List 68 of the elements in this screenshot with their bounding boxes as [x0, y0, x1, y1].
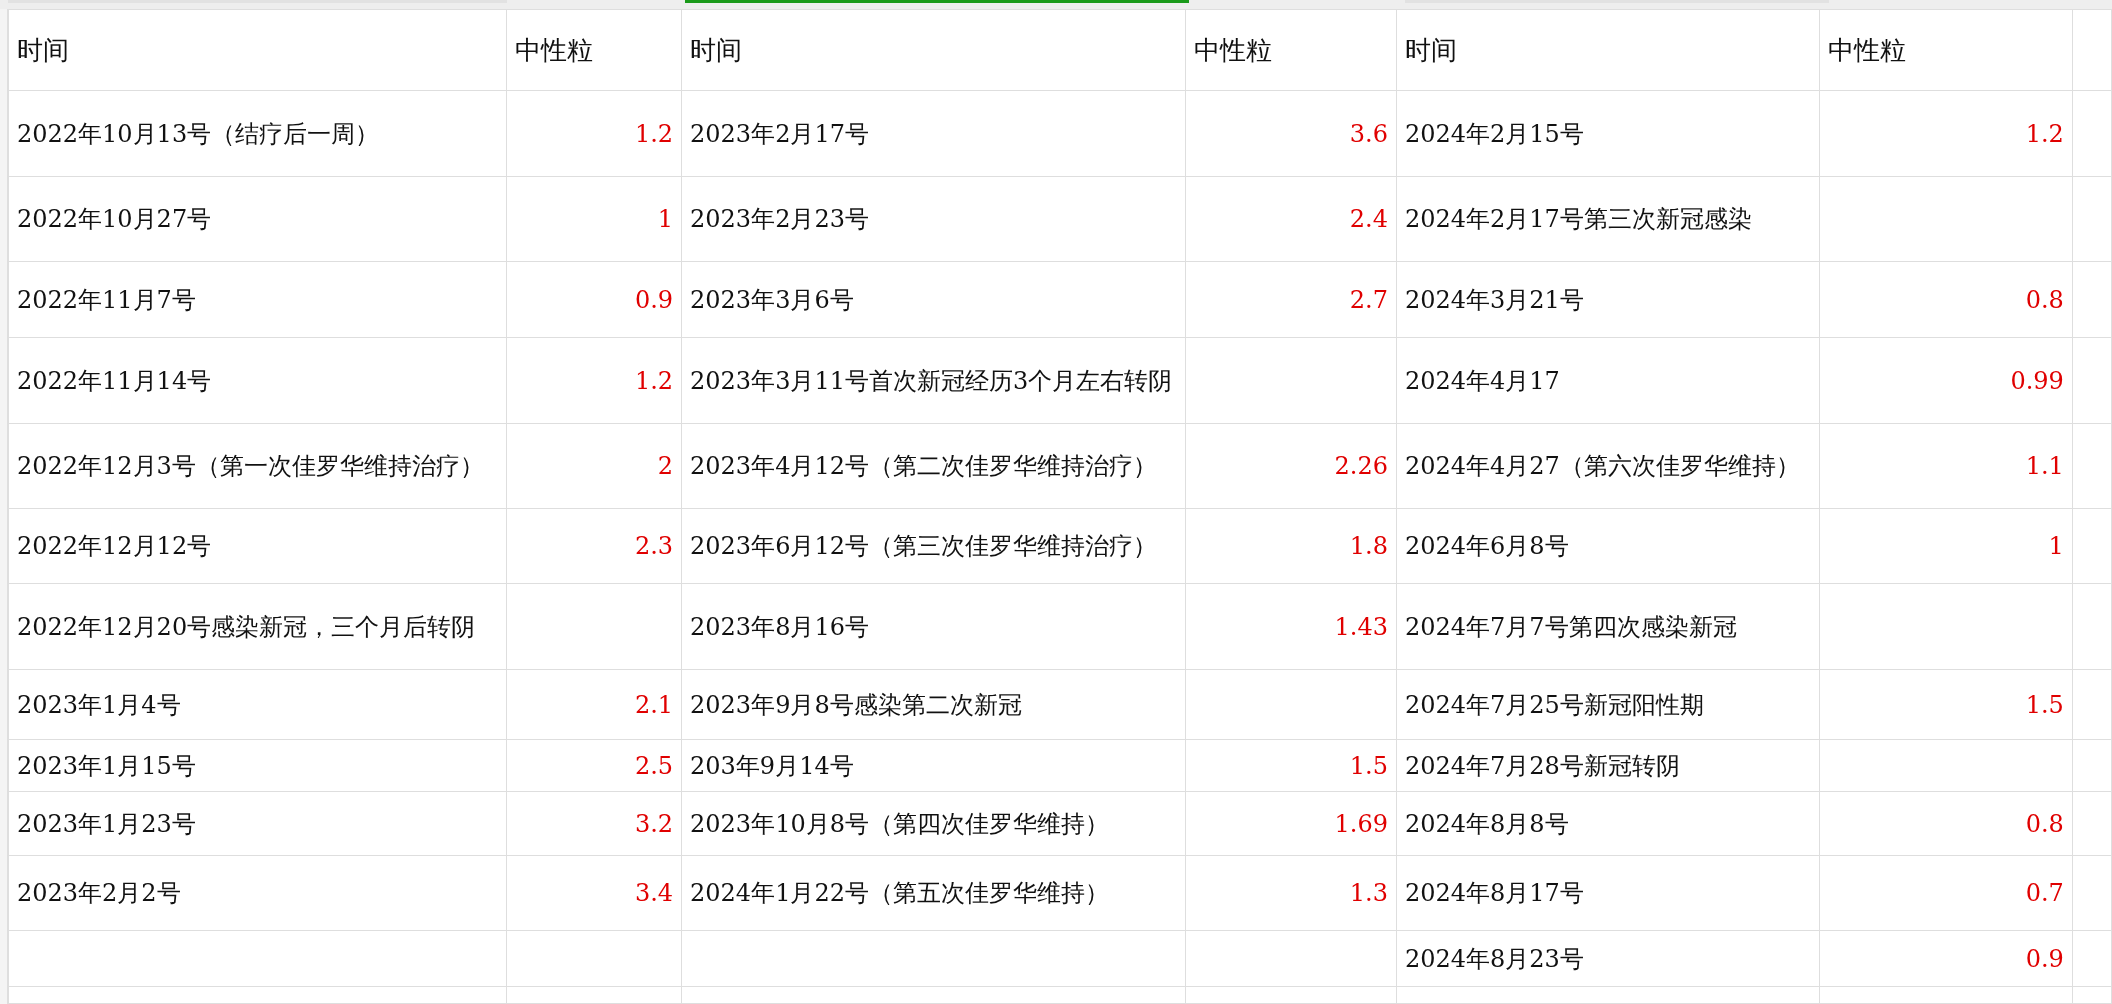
- date-cell: 2023年10月8号（第四次佳罗华维持）: [681, 791, 1186, 856]
- column-header: 时间: [8, 9, 507, 91]
- value-cell: 2.7: [1185, 261, 1397, 338]
- date-cell: 2022年10月27号: [8, 176, 507, 262]
- date-cell: 2023年3月6号: [681, 261, 1186, 338]
- date-cell: 2024年3月21号: [1396, 261, 1820, 338]
- date-cell: 2023年4月12号（第二次佳罗华维持治疗）: [681, 423, 1186, 509]
- date-cell: 2023年6月12号（第三次佳罗华维持治疗）: [681, 508, 1186, 584]
- date-cell: 2023年2月23号: [681, 176, 1186, 262]
- column-header: 中性粒: [506, 9, 682, 91]
- date-cell: 2023年3月11号首次新冠经历3个月左右转阴: [681, 337, 1186, 424]
- value-cell: 1.5: [1185, 739, 1397, 792]
- value-cell: 0.8: [1819, 791, 2073, 856]
- date-cell: 2024年4月27（第六次佳罗华维持）: [1396, 423, 1820, 509]
- date-cell: 2023年1月23号: [8, 791, 507, 856]
- date-cell: 2024年8月17号: [1396, 855, 1820, 931]
- value-cell: 0.7: [1819, 855, 2073, 931]
- value-cell: 1.2: [506, 337, 682, 424]
- value-cell: 0.9: [1819, 930, 2073, 987]
- date-cell: 2022年12月3号（第一次佳罗华维持治疗）: [8, 423, 507, 509]
- column-header: 中性粒: [1819, 9, 2073, 91]
- date-cell: 2024年8月8号: [1396, 791, 1820, 856]
- date-cell: 2022年11月7号: [8, 261, 507, 338]
- date-cell: 2023年1月15号: [8, 739, 507, 792]
- column-header: 时间: [681, 9, 1186, 91]
- value-cell: 0.99: [1819, 337, 2073, 424]
- value-cell: 1.3: [1185, 855, 1397, 931]
- value-cell: 2: [506, 423, 682, 509]
- value-cell: 1: [1819, 508, 2073, 584]
- date-cell: 2024年7月28号新冠转阴: [1396, 739, 1820, 792]
- column-header: 中性粒: [1185, 9, 1397, 91]
- value-cell: 1.2: [506, 90, 682, 177]
- date-cell: 2024年7月7号第四次感染新冠: [1396, 583, 1820, 670]
- value-cell: 3.2: [506, 791, 682, 856]
- date-cell: 2023年2月2号: [8, 855, 507, 931]
- date-cell: 2022年10月13号（结疗后一周）: [8, 90, 507, 177]
- value-cell: 2.1: [506, 669, 682, 740]
- date-cell: 2022年12月12号: [8, 508, 507, 584]
- date-cell: 2024年1月22号（第五次佳罗华维持）: [681, 855, 1186, 931]
- date-cell: 2023年1月4号: [8, 669, 507, 740]
- date-cell: 2022年12月20号感染新冠，三个月后转阴: [8, 583, 507, 670]
- value-cell: 0.8: [1819, 261, 2073, 338]
- value-cell: 1.5: [1819, 669, 2073, 740]
- date-cell: 203年9月14号: [681, 739, 1186, 792]
- date-cell: 2024年2月17号第三次新冠感染: [1396, 176, 1820, 262]
- date-cell: 2024年6月8号: [1396, 508, 1820, 584]
- value-cell: 3.6: [1185, 90, 1397, 177]
- column-header: 时间: [1396, 9, 1820, 91]
- value-cell: 2.4: [1185, 176, 1397, 262]
- value-cell: 2.26: [1185, 423, 1397, 509]
- date-cell: 2023年8月16号: [681, 583, 1186, 670]
- value-cell: 1.1: [1819, 423, 2073, 509]
- value-cell: 1.69: [1185, 791, 1397, 856]
- date-cell: 2024年8月23号: [1396, 930, 1820, 987]
- value-cell: 2.3: [506, 508, 682, 584]
- value-cell: 2.5: [506, 739, 682, 792]
- value-cell: 1.43: [1185, 583, 1397, 670]
- value-cell: 1.2: [1819, 90, 2073, 177]
- date-cell: 2024年4月17: [1396, 337, 1820, 424]
- value-cell: 1.8: [1185, 508, 1397, 584]
- date-cell: 2023年9月8号感染第二次新冠: [681, 669, 1186, 740]
- value-cell: 0.9: [506, 261, 682, 338]
- date-cell: 2022年11月14号: [8, 337, 507, 424]
- value-cell: 3.4: [506, 855, 682, 931]
- value-cell: 1: [506, 176, 682, 262]
- date-cell: 2024年2月15号: [1396, 90, 1820, 177]
- date-cell: 2023年2月17号: [681, 90, 1186, 177]
- date-cell: 2024年7月25号新冠阳性期: [1396, 669, 1820, 740]
